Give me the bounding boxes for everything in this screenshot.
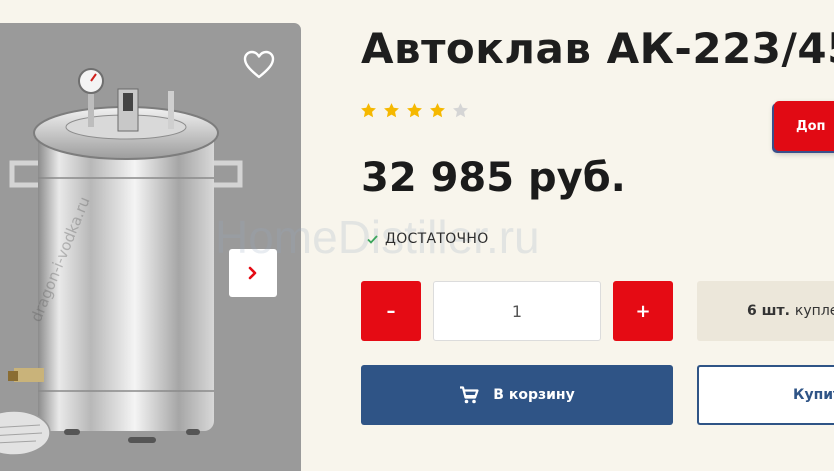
quantity-increase-button[interactable]: + — [613, 281, 673, 341]
cart-icon — [460, 386, 479, 404]
product-image: dragon-i-vodka.ru — [0, 68, 243, 456]
buy-one-click-button[interactable]: Купит — [697, 365, 834, 425]
add-to-cart-label: В корзину — [493, 387, 575, 403]
chevron-right-icon — [248, 266, 257, 280]
bought-count: 6 шт. — [747, 303, 790, 319]
product-gallery: dragon-i-vodka.ru — [0, 23, 301, 471]
star-icon — [361, 103, 376, 118]
favorite-button[interactable] — [241, 47, 277, 83]
stock-status: ДОСТАТОЧНО — [367, 231, 489, 247]
bought-counter: 6 шт. купле — [697, 281, 834, 341]
check-icon — [367, 234, 378, 244]
star-icon — [384, 103, 399, 118]
product-rating — [360, 102, 469, 119]
star-icon — [407, 103, 422, 118]
promo-button[interactable]: Доп — [774, 101, 834, 151]
heart-icon — [243, 50, 275, 79]
add-to-cart-button[interactable]: В корзину — [361, 365, 673, 425]
gallery-next-button[interactable] — [229, 249, 277, 297]
product-title: Автоклав АК-223/45 — [361, 24, 834, 73]
quantity-input[interactable] — [433, 281, 601, 341]
star-icon — [430, 103, 445, 118]
stock-status-label: ДОСТАТОЧНО — [385, 231, 489, 247]
quantity-decrease-button[interactable]: – — [361, 281, 421, 341]
bought-text: купле — [794, 303, 834, 319]
product-price: 32 985 руб. — [361, 155, 626, 201]
star-icon — [453, 103, 468, 118]
